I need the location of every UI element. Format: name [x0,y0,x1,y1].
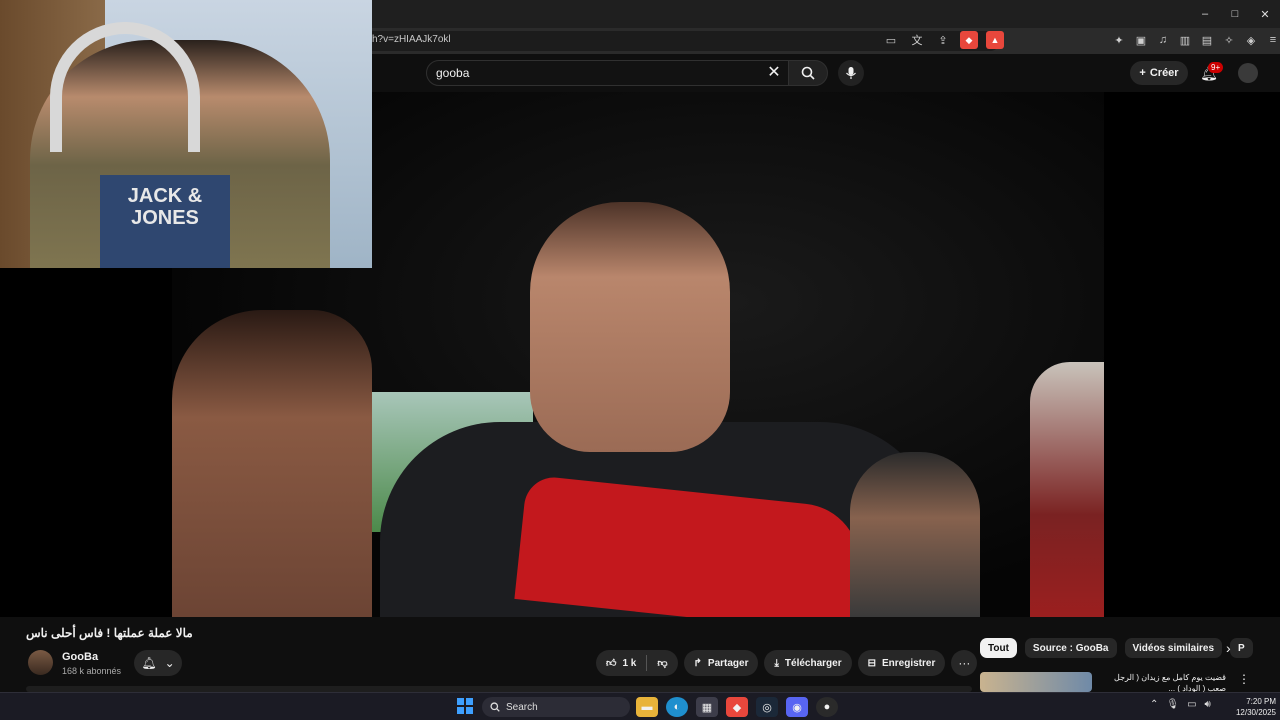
like-count: 1 k [622,657,637,669]
url-text[interactable]: h?v=zHIAAJk7okl [372,34,451,45]
tab-icon[interactable]: ▣ [1132,31,1150,49]
shirt-logo: JACK & JONES [100,175,230,268]
fan-right [850,452,980,617]
address-bar-icons: ▭ 文 ⇪ ◆ ▲ [882,31,1004,49]
like-dislike-group: 👍︎ 1 k 👎︎ [596,650,678,676]
share-label: Partager [707,657,749,669]
chip-all[interactable]: Tout [980,638,1017,658]
recommendation-menu-icon[interactable]: ⋮ [1238,672,1250,686]
brave-shield-icon[interactable]: ◆ [960,31,978,49]
create-button[interactable]: + Créer [1130,61,1188,85]
share-icon[interactable]: ⇪ [934,31,952,49]
windows-start-icon[interactable] [457,698,473,714]
display-icon[interactable]: ▭ [1187,699,1196,710]
dislike-button[interactable]: 👎︎ [647,650,677,676]
sidebar-icon[interactable]: ▥ [1176,31,1194,49]
store-icon[interactable]: ▦ [696,697,718,717]
search-button[interactable] [788,60,828,86]
bell-icon: 🔔︎ [141,656,157,670]
chip-source[interactable]: Source : GooBa [1024,638,1117,658]
subscriber-count: 168 k abonnés [62,666,122,676]
subscription-bell-button[interactable]: 🔔︎ ⌄ [134,650,182,676]
extensions-icon[interactable]: ✦ [1110,31,1128,49]
more-actions-button[interactable]: ··· [951,650,978,676]
chevron-up-icon[interactable]: ⌃ [1150,699,1158,710]
chevron-down-icon: ⌄ [164,656,175,670]
webcam-overlay: JACK & JONES [0,0,372,268]
channel-avatar[interactable] [28,650,53,675]
music-icon[interactable]: ♫ [1154,31,1172,49]
maximize-button[interactable]: □ [1220,0,1250,28]
taskbar-apps: ▬ ◐ ▦ ◆ ◎ ◉ ● [636,697,838,717]
minimize-button[interactable]: – [1190,0,1220,28]
download-button[interactable]: ⤓ Télécharger [764,650,852,676]
menu-icon[interactable]: ≡ [1264,31,1280,49]
taskbar-search-label: Search [506,701,538,713]
translate-icon[interactable]: 文 [908,31,926,49]
close-button[interactable]: ✕ [1250,0,1280,28]
obs-icon[interactable]: ● [816,697,838,717]
search-input[interactable] [426,60,792,86]
system-tray: ⌃ 🎙︎ ▭ 🔊︎ [1150,699,1211,710]
voice-search-button[interactable] [838,60,864,86]
microphone-icon [846,67,856,79]
recommendation-chips: Tout Source : GooBa Vidéos similaires P [980,638,1253,658]
clock-date: 12/30/2025 [1235,708,1276,717]
download-icon: ⤓ [774,657,779,669]
brave-browser-icon[interactable]: ◆ [726,697,748,717]
cast-icon[interactable]: ▭ [882,31,900,49]
search-icon [490,702,500,712]
wallet-icon[interactable]: ▤ [1198,31,1216,49]
share-button[interactable]: ↱ Partager [683,650,759,676]
channel-name[interactable]: GooBa [62,651,98,663]
steam-icon[interactable]: ◎ [756,697,778,717]
recommendation-thumbnail[interactable] [980,672,1092,692]
thumbs-down-icon: 👎︎ [657,658,668,669]
create-label: Créer [1149,67,1179,79]
fan-hood [1030,362,1104,617]
extension-icons: ✦ ▣ ♫ ▥ ▤ ✧ ◈ ≡ [1110,31,1280,49]
taskbar-clock[interactable]: 7:20 PM 12/30/2025 [1228,696,1276,718]
taskbar-search[interactable]: Search [482,697,630,717]
clear-search-icon[interactable]: ✕ [764,62,784,82]
discord-icon[interactable]: ◉ [786,697,808,717]
chip-similar[interactable]: Vidéos similaires [1124,638,1223,658]
chevron-right-icon[interactable]: › [1226,640,1231,656]
save-button[interactable]: ⊟ Enregistrer [857,650,946,676]
speaker-icon[interactable]: 🔊︎ [1205,699,1211,710]
download-label: Télécharger [784,657,842,669]
share-arrow-icon: ↱ [693,657,702,669]
file-explorer-icon[interactable]: ▬ [636,697,658,717]
bookmark-icon: ⊟ [867,657,876,669]
search-query[interactable]: gooba [436,66,469,80]
account-avatar[interactable] [1238,63,1258,83]
like-button[interactable]: 👍︎ 1 k [596,650,646,676]
search-icon [801,66,815,80]
edge-icon[interactable]: ◐ [666,697,688,717]
save-label: Enregistrer [882,657,936,669]
window-controls: – □ ✕ [1190,0,1280,28]
fan-center-face [530,202,730,452]
brave-ai-icon[interactable]: ✧ [1220,31,1238,49]
chip-partial[interactable]: P [1230,638,1253,658]
vpn-icon[interactable]: ◈ [1242,31,1260,49]
video-actions: 👍︎ 1 k 👎︎ ↱ Partager ⤓ Télécharger ⊟ Enr… [596,650,978,676]
fan-left [172,310,372,617]
video-title: مالا عملة عملتها ! فاس أحلى ناس [26,626,193,640]
thumbs-up-icon: 👍︎ [606,658,617,669]
recommendation-title[interactable]: قضيت يوم كامل مع زيدان ( الرجل صعب ( الو… [1098,672,1226,694]
microphone-icon[interactable]: 🎙︎ [1166,699,1179,710]
brave-rewards-icon[interactable]: ▲ [986,31,1004,49]
clock-time: 7:20 PM [1246,697,1276,706]
plus-icon: + [1139,67,1146,79]
notification-count-badge: 9+ [1208,62,1224,73]
